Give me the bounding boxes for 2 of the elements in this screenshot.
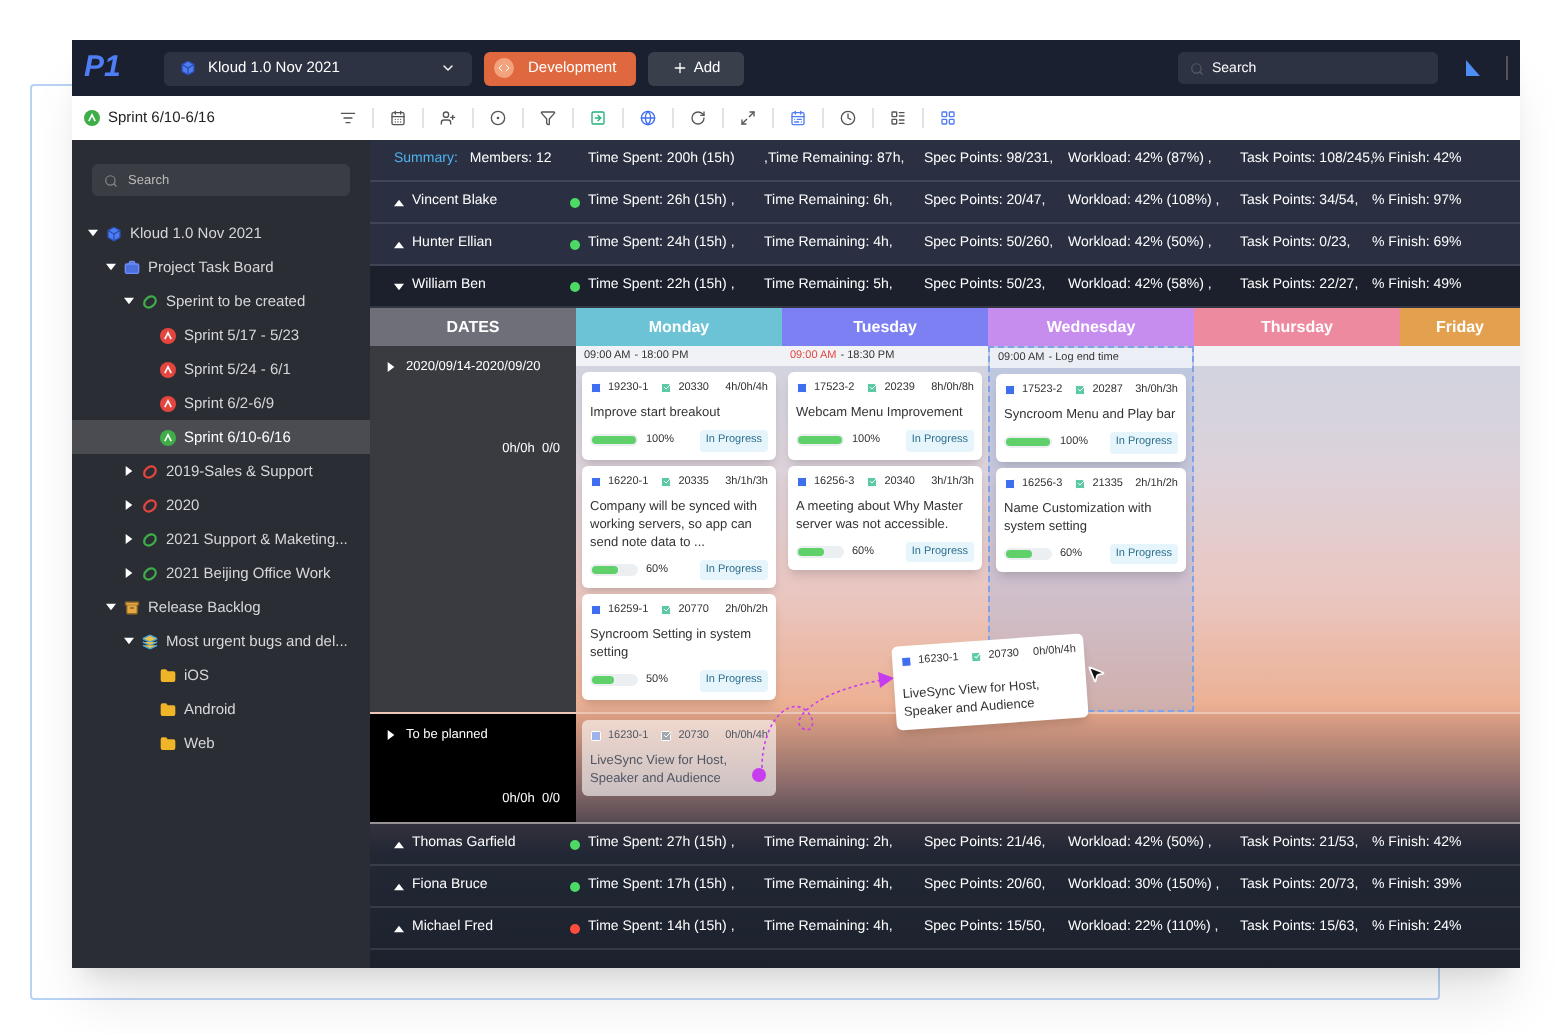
app-logo[interactable]: P1 [84,45,152,91]
column-header[interactable]: DATES [370,308,576,346]
